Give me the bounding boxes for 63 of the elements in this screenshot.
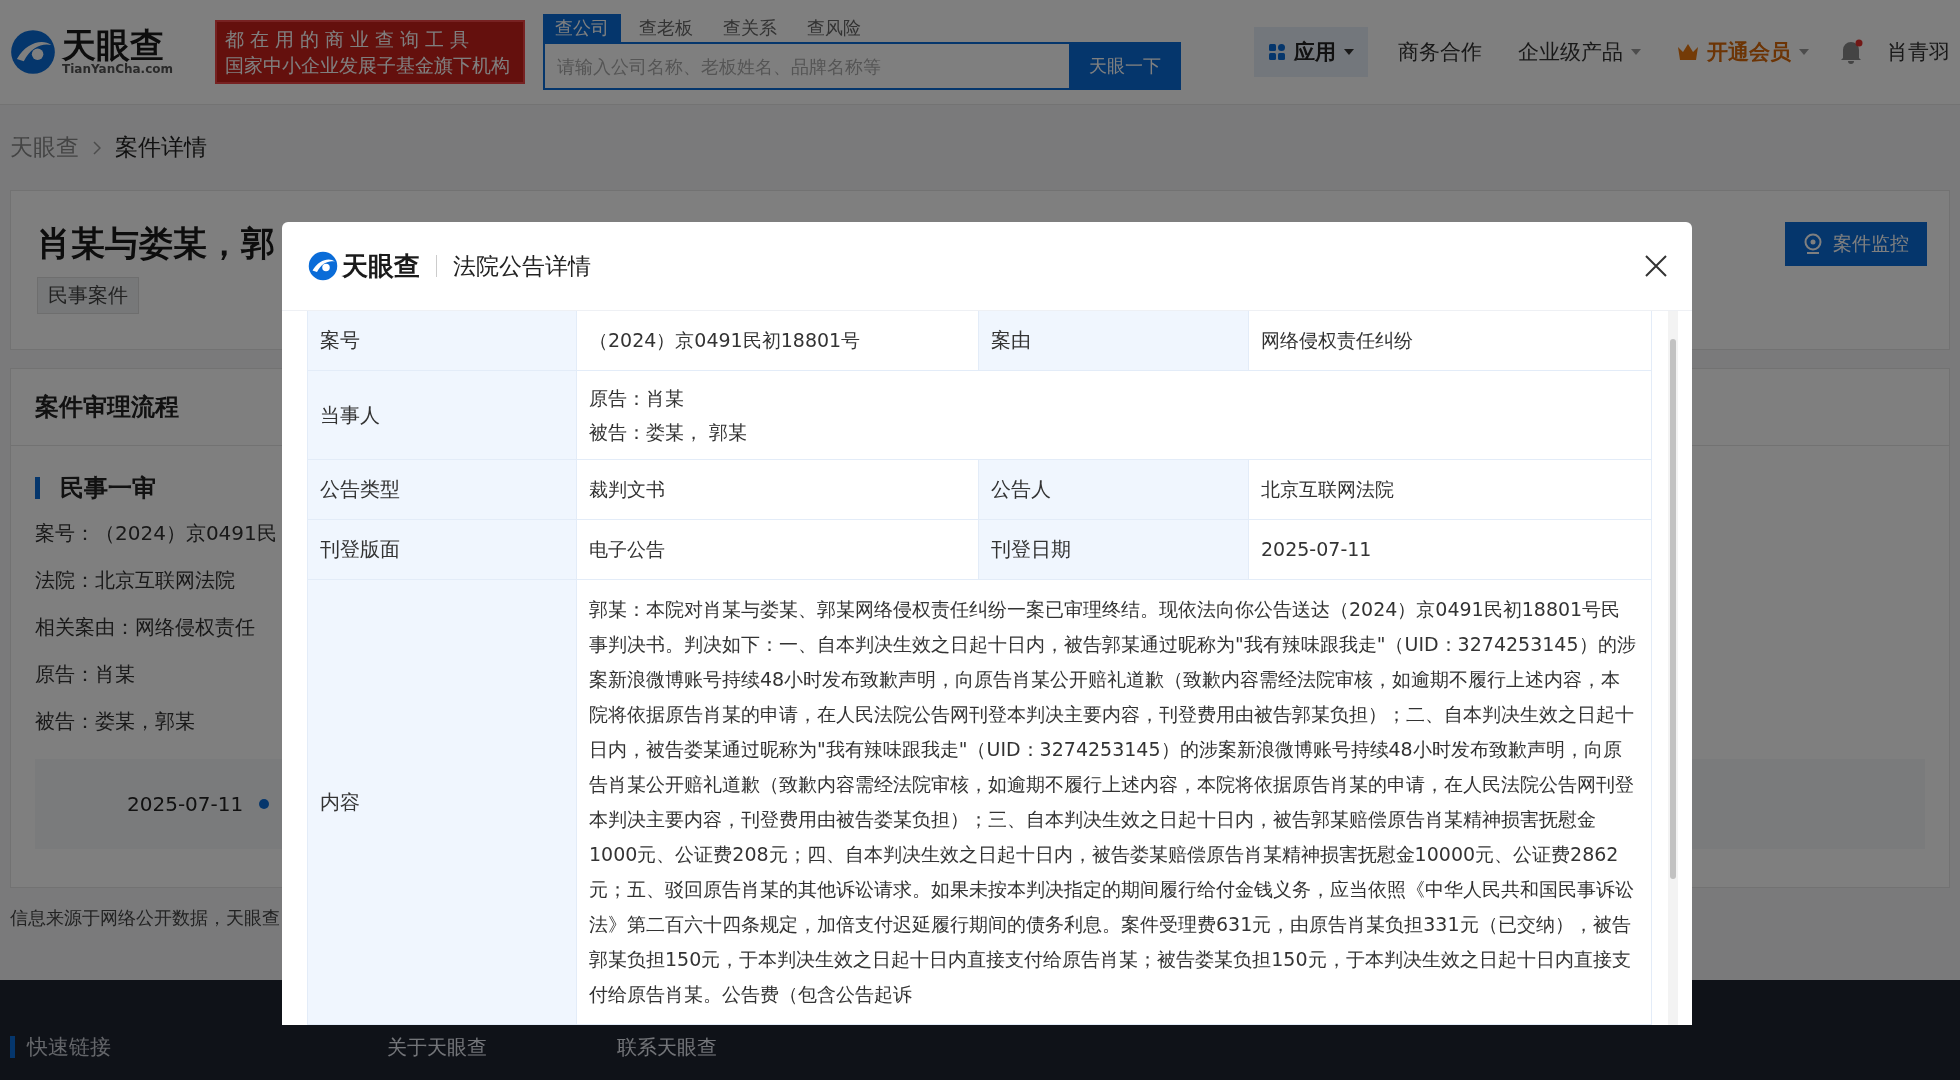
table-cell-text: 2025-07-11 <box>1261 537 1372 562</box>
table-cell-text: 裁判文书 <box>589 477 665 502</box>
table-label-cell: 案号 <box>308 311 577 371</box>
caret-icon <box>1631 49 1641 55</box>
table-label-cell: 公告人 <box>979 460 1249 520</box>
slogan-text: 国家中小企业发展子基金旗下机构 <box>225 53 511 78</box>
timeline-dot <box>259 799 270 809</box>
accent-bar <box>10 1036 15 1058</box>
table-label-cell: 内容 <box>308 580 577 1025</box>
dialog-logo-text: 天眼查 <box>342 249 420 283</box>
slogan-text: 都在用的商业查询工具 <box>225 27 476 52</box>
search-tab[interactable]: 查风险 <box>795 14 873 42</box>
table-cell-text: 郭某：本院对肖某与娄某、郭某网络侵权责任纠纷一案已审理终结。现依法向你公告送达（2024）京0491民初18801号民事判决书。判决如下：一、自本判决生效之日起十日内，被告郭某通过昵称为"我有辣味跟我走"（UID：3274253145）的涉案新浪微博账号持续48小时发布致歉声明，向原告肖某公开赔礼道歉（致歉内容需经法院审核，如逾期不履行上述内容，本院将依据原告肖某的申请，在人民法院公告网刊登本判决主要内容，刊登费用由被告郭某负担）；二、自本判决生效之日起十日内，被告娄某通过昵称为"我有辣味跟我走"（UID：3274253145）的涉案新浪微博账号持续48小时发布致歉声明，向原告肖某公开赔礼道歉（致歉内容需经法院审核，如逾期不履行上述内容，本院将依据原告肖某的申请，在人民法院公告网刊登本判决主要内容，刊登费用由被告娄某负担）；三、自本判决生效之日起十日内，被告郭某赔偿原告肖某精神损害抚慰金1000元、公证费208元；四、自本判决生效之日起十日内，被告娄某赔偿原告肖某精神损害抚慰金10000元、公证费2862元；五、驳回原告肖某的其他诉讼请求。如果未按本判决指定的期间履行给付金钱义务，应当依照《中华人民共和国民事诉讼法》第二百六十四条规定，加倍支付迟延履行期间的债务利息。案件受理费631元，由原告肖某负担331元（已交纳），被告郭某负担150元，于本判决生效之日起十日内直接支付给原告肖某；被告娄某负担150元，于本判决生效之日起十日内直接支付给原告肖某。公告费（包含公告起诉 <box>589 597 1637 1007</box>
vip-button[interactable]: 开通会员 <box>1671 37 1815 67</box>
grid-icon <box>1268 43 1286 61</box>
table-cell-text: 原告：肖某 <box>589 386 685 411</box>
case-field: 相关案由：网络侵权责任 <box>35 604 255 651</box>
search-tab[interactable]: 查关系 <box>711 14 789 42</box>
table-cell-text: 被告：娄某， 郭某 <box>589 420 748 445</box>
table-cell-text: 网络侵权责任纠纷 <box>1261 328 1413 353</box>
nav-dropdown[interactable]: 企业级产品 <box>1512 37 1647 67</box>
close-icon[interactable] <box>1644 254 1668 278</box>
dialog-title: 法院公告详情 <box>453 251 591 281</box>
table-label-cell: 案由 <box>979 311 1249 371</box>
case-field: 被告：娄某，郭某 <box>35 698 195 745</box>
nav-link[interactable]: 商务合作 <box>1392 37 1488 67</box>
table-label-cell: 刊登版面 <box>308 520 577 580</box>
case-field: 法院：北京互联网法院 <box>35 557 235 604</box>
case-title: 肖某与娄某，郭 <box>37 222 275 265</box>
scrollbar[interactable] <box>1668 311 1678 1025</box>
footer-title: 快速链接 <box>27 1034 112 1061</box>
case-field: 案号：（2024）京0491民 <box>35 510 277 557</box>
eye-logo-icon <box>10 29 56 75</box>
caret-icon <box>1799 49 1809 55</box>
crown-icon <box>1677 43 1699 61</box>
apps-menu-button[interactable]: 应用 <box>1254 27 1368 77</box>
search-tab[interactable]: 查老板 <box>627 14 705 42</box>
table-cell-text: 电子公告 <box>589 537 665 562</box>
timeline-date: 2025-07-11 <box>127 792 244 816</box>
footer-link[interactable]: 关于天眼查 <box>387 1033 487 1061</box>
search-tab[interactable]: 查公司 <box>543 14 621 42</box>
monitor-button[interactable]: 案件监控 <box>1785 222 1927 266</box>
stage-title: 民事一审 <box>60 473 156 504</box>
search-button[interactable]: 天眼一下 <box>1069 42 1181 90</box>
case-field: 原告：肖某 <box>35 651 135 698</box>
eye-logo-icon <box>308 251 338 281</box>
table-cell-text: 北京互联网法院 <box>1261 477 1394 502</box>
accent-bar <box>35 477 40 499</box>
table-cell-text: （2024）京0491民初18801号 <box>589 328 861 353</box>
table-label-cell: 当事人 <box>308 371 577 460</box>
section-title: 案件审理流程 <box>35 392 179 423</box>
webcam-icon <box>1803 233 1823 255</box>
bell-icon[interactable] <box>1839 39 1863 65</box>
table-label-cell: 公告类型 <box>308 460 577 520</box>
user-name[interactable]: 肖青羽 <box>1887 38 1950 66</box>
breadcrumb-current: 案件详情 <box>115 133 207 162</box>
chevron-icon <box>93 140 101 155</box>
table-label-cell: 刊登日期 <box>979 520 1249 580</box>
footer-link[interactable]: 联系天眼查 <box>617 1033 717 1061</box>
logo-domain: TianYanCha.com <box>62 62 174 76</box>
caret-icon <box>1344 49 1354 55</box>
case-tag: 民事案件 <box>37 277 139 314</box>
source-note: 信息来源于网络公开数据，天眼查 <box>10 906 280 930</box>
